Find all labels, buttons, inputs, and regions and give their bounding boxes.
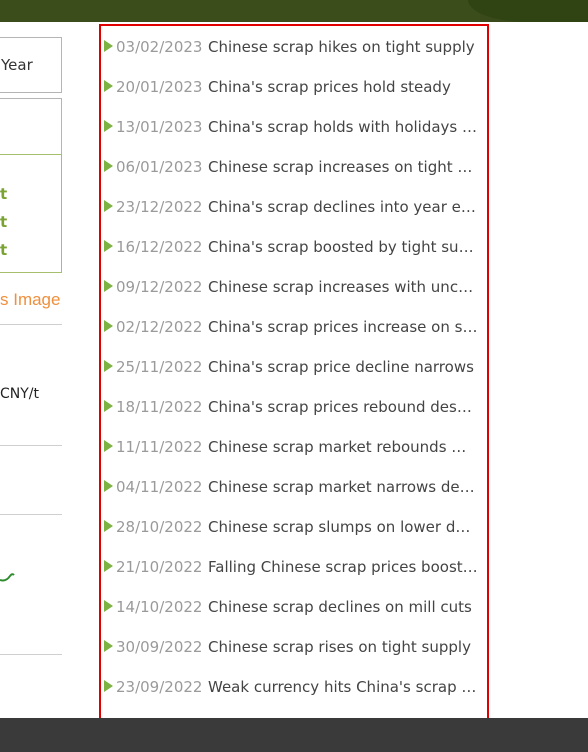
news-item[interactable]: 30/09/2022 Chinese scrap rises on tight s… xyxy=(101,627,487,667)
empty-field[interactable] xyxy=(0,98,62,155)
bullet-arrow-icon xyxy=(104,480,113,492)
bullet-arrow-icon xyxy=(104,280,113,292)
news-title-link[interactable]: Chinese scrap slumps on lower de... xyxy=(208,518,478,536)
news-title-link[interactable]: China's scrap price decline narrows xyxy=(208,358,478,376)
bullet-arrow-icon xyxy=(104,400,113,412)
divider xyxy=(0,324,62,325)
header-bar xyxy=(0,0,588,22)
header-curve xyxy=(468,0,588,22)
bullet-arrow-icon xyxy=(104,40,113,52)
footer-bar xyxy=(0,718,588,752)
period-selector[interactable]: Year xyxy=(0,37,62,93)
bullet-arrow-icon xyxy=(104,360,113,372)
news-title-link[interactable]: China's scrap holds with holidays a... xyxy=(208,118,478,136)
news-item[interactable]: 21/10/2022 Falling Chinese scrap prices b… xyxy=(101,547,487,587)
news-item[interactable]: 28/10/2022 Chinese scrap slumps on lower … xyxy=(101,507,487,547)
period-label: Year xyxy=(1,56,33,74)
news-item[interactable]: 23/09/2022 Weak currency hits China's scr… xyxy=(101,667,487,707)
news-date: 11/11/2022 xyxy=(116,438,203,456)
news-item[interactable]: 23/12/2022 China's scrap declines into ye… xyxy=(101,187,487,227)
news-title-link[interactable]: Chinese scrap declines on mill cuts xyxy=(208,598,478,616)
bullet-arrow-icon xyxy=(104,560,113,572)
bullet-arrow-icon xyxy=(104,80,113,92)
sparkline-icon xyxy=(0,573,15,582)
news-title-link[interactable]: China's scrap prices increase on sl... xyxy=(208,318,478,336)
news-item[interactable]: 02/12/2022 China's scrap prices increase … xyxy=(101,307,487,347)
bullet-arrow-icon xyxy=(104,600,113,612)
news-item[interactable]: 25/11/2022 China's scrap price decline na… xyxy=(101,347,487,387)
news-title-link[interactable]: China's scrap prices hold steady xyxy=(208,78,478,96)
news-title-link[interactable]: China's scrap boosted by tight sup... xyxy=(208,238,478,256)
header-band xyxy=(0,0,480,22)
news-title-link[interactable]: Weak currency hits China's scrap i... xyxy=(208,678,478,696)
series-item-tick[interactable]: t xyxy=(0,241,7,259)
news-title-link[interactable]: Chinese scrap rises on tight supply xyxy=(208,638,478,656)
news-item[interactable]: 11/11/2022 Chinese scrap market rebounds … xyxy=(101,427,487,467)
news-title-link[interactable]: Falling Chinese scrap prices boost ... xyxy=(208,558,478,576)
news-item[interactable]: 06/01/2023 Chinese scrap increases on tig… xyxy=(101,147,487,187)
divider xyxy=(0,514,62,515)
news-title-link[interactable]: Chinese scrap increases with uncer... xyxy=(208,278,478,296)
news-date: 09/12/2022 xyxy=(116,278,203,296)
news-title-link[interactable]: Chinese scrap market rebounds wi... xyxy=(208,438,478,456)
news-date: 03/02/2023 xyxy=(116,38,203,56)
news-date: 16/12/2022 xyxy=(116,238,203,256)
bullet-arrow-icon xyxy=(104,680,113,692)
series-item-tick[interactable]: t xyxy=(0,213,7,231)
bullet-arrow-icon xyxy=(104,160,113,172)
bullet-arrow-icon xyxy=(104,440,113,452)
news-item[interactable]: 18/11/2022 China's scrap prices rebound d… xyxy=(101,387,487,427)
news-date: 14/10/2022 xyxy=(116,598,203,616)
news-title-link[interactable]: China's scrap declines into year end xyxy=(208,198,478,216)
bullet-arrow-icon xyxy=(104,120,113,132)
series-item-tick[interactable]: t xyxy=(0,185,7,203)
news-item[interactable]: 13/01/2023 China's scrap holds with holid… xyxy=(101,107,487,147)
news-title-link[interactable]: Chinese scrap market narrows decl... xyxy=(208,478,478,496)
news-date: 20/01/2023 xyxy=(116,78,203,96)
news-date: 06/01/2023 xyxy=(116,158,203,176)
bullet-arrow-icon xyxy=(104,520,113,532)
divider xyxy=(0,654,62,655)
left-sidebar: Year t t t s Image CNY/t xyxy=(0,22,64,722)
news-date: 04/11/2022 xyxy=(116,478,203,496)
news-date: 23/12/2022 xyxy=(116,198,203,216)
unit-label: CNY/t xyxy=(0,386,40,402)
news-date: 30/09/2022 xyxy=(116,638,203,656)
bullet-arrow-icon xyxy=(104,640,113,652)
news-date: 02/12/2022 xyxy=(116,318,203,336)
news-title-link[interactable]: Chinese scrap hikes on tight supply xyxy=(208,38,478,56)
divider xyxy=(0,445,62,446)
news-item[interactable]: 20/01/2023 China's scrap prices hold stea… xyxy=(101,67,487,107)
series-list-box: t t t xyxy=(0,154,62,273)
news-title-link[interactable]: China's scrap prices rebound despi... xyxy=(208,398,478,416)
news-item[interactable]: 04/11/2022 Chinese scrap market narrows d… xyxy=(101,467,487,507)
news-date: 18/11/2022 xyxy=(116,398,203,416)
news-item[interactable]: 03/02/2023 Chinese scrap hikes on tight s… xyxy=(101,27,487,67)
news-date: 28/10/2022 xyxy=(116,518,203,536)
news-title-link[interactable]: Chinese scrap increases on tight s... xyxy=(208,158,478,176)
news-list: 03/02/2023 Chinese scrap hikes on tight s… xyxy=(99,24,489,730)
news-date: 13/01/2023 xyxy=(116,118,203,136)
bullet-arrow-icon xyxy=(104,240,113,252)
news-item[interactable]: 09/12/2022 Chinese scrap increases with u… xyxy=(101,267,487,307)
news-item[interactable]: 14/10/2022 Chinese scrap declines on mill… xyxy=(101,587,487,627)
bullet-arrow-icon xyxy=(104,320,113,332)
news-date: 23/09/2022 xyxy=(116,678,203,696)
news-date: 25/11/2022 xyxy=(116,358,203,376)
bullet-arrow-icon xyxy=(104,200,113,212)
news-date: 21/10/2022 xyxy=(116,558,203,576)
image-link[interactable]: s Image xyxy=(0,290,60,310)
news-item[interactable]: 16/12/2022 China's scrap boosted by tight… xyxy=(101,227,487,267)
